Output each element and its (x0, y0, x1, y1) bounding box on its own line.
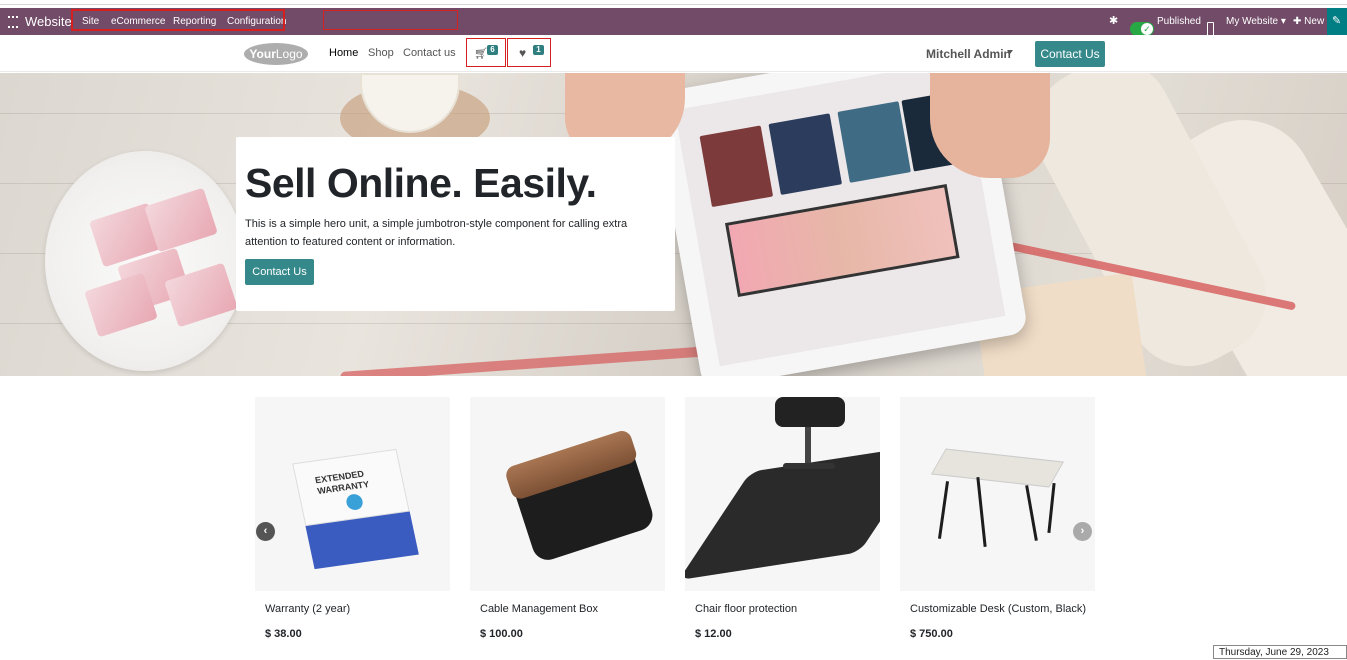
product-price: $ 100.00 (480, 628, 523, 640)
highlight-box-wishlist (507, 38, 551, 67)
pencil-icon: ✎ (1332, 15, 1342, 27)
logo-text-logo: Logo (275, 47, 303, 61)
published-label[interactable]: Published (1157, 8, 1201, 35)
product-price: $ 38.00 (265, 628, 302, 640)
cart-icon[interactable]: 🛒︎ (474, 47, 488, 60)
new-label: New (1304, 16, 1325, 27)
product-price: $ 750.00 (910, 628, 953, 640)
highlight-box-admin-menu (71, 9, 285, 31)
warranty-box-label: EXTENDED WARRANTY (314, 468, 371, 497)
product-name[interactable]: Customizable Desk (Custom, Black) (910, 603, 1086, 615)
ribbon-decoration (340, 344, 740, 376)
plus-icon: ✚ (1293, 16, 1302, 27)
product-image-cable-box[interactable] (470, 397, 665, 591)
app-name[interactable]: Website (25, 8, 72, 35)
site-logo[interactable]: YourLogo (244, 43, 308, 65)
product-price: $ 12.00 (695, 628, 732, 640)
header-contact-us-button[interactable]: Contact Us (1035, 41, 1105, 67)
product-image-desk[interactable] (900, 397, 1095, 591)
carousel-next-arrow-icon[interactable]: › (1073, 522, 1092, 541)
user-menu[interactable]: Mitchell Admin (926, 47, 1011, 61)
my-website-label: My Website (1226, 16, 1279, 27)
plate-decoration (45, 151, 245, 371)
hero-title: Sell Online. Easily. (245, 160, 597, 206)
hero-text: This is a simple hero unit, a simple jum… (245, 218, 628, 248)
debug-bug-icon[interactable]: ✱ (1109, 8, 1118, 35)
edit-button[interactable]: ✎ (1327, 8, 1347, 35)
date-tooltip: Thursday, June 29, 2023 (1213, 645, 1347, 659)
highlight-box-nav (323, 10, 458, 30)
wishlist-heart-icon[interactable]: ♥ (519, 46, 526, 60)
browser-top-strip (0, 0, 1347, 8)
new-button[interactable]: ✚ New (1293, 8, 1324, 35)
product-name[interactable]: Chair floor protection (695, 603, 797, 615)
product-image-warranty[interactable]: EXTENDED WARRANTY (255, 397, 450, 591)
hero-contact-us-button[interactable]: Contact Us (245, 259, 314, 285)
cart-count-badge: 6 (487, 45, 498, 55)
carousel-prev-arrow-icon[interactable]: ‹ (256, 522, 275, 541)
product-image-chair-mat[interactable] (685, 397, 880, 591)
nav-contact-us[interactable]: Contact us (403, 47, 456, 59)
product-name[interactable]: Cable Management Box (480, 603, 598, 615)
product-name[interactable]: Warranty (2 year) (265, 603, 350, 615)
nav-home[interactable]: Home (329, 47, 358, 59)
my-website-dropdown[interactable]: My Website ▾ (1226, 8, 1286, 35)
nav-shop[interactable]: Shop (368, 47, 394, 59)
logo-text-your: Your (249, 47, 276, 61)
wishlist-count-badge: 1 (533, 45, 544, 55)
user-menu-caret-icon[interactable] (1007, 50, 1013, 54)
published-toggle[interactable] (1130, 22, 1154, 36)
website-header: YourLogo (0, 35, 1347, 72)
